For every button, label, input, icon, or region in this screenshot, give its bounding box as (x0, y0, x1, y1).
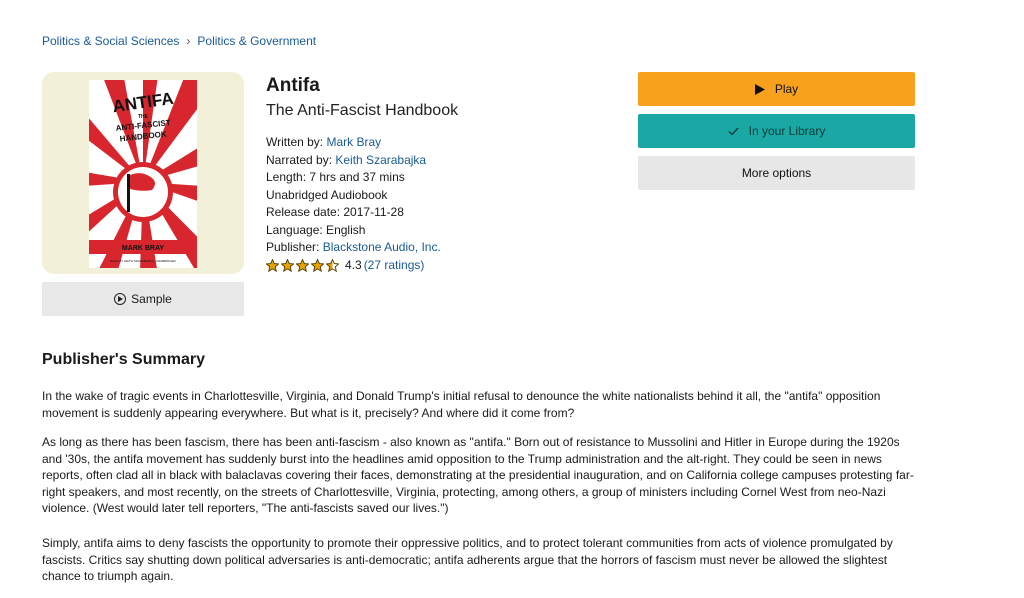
star-full-icon (296, 258, 309, 272)
breadcrumb-separator: › (186, 34, 191, 48)
book-meta: Written by: Mark Bray Narrated by: Keith… (266, 134, 458, 274)
release-date-text: Release date: 2017-11-28 (266, 205, 404, 219)
checkmark-icon (728, 127, 739, 135)
written-by-label: Written by: (266, 135, 324, 149)
length-text: Length: 7 hrs and 37 mins (266, 170, 405, 184)
publisher-row: Publisher: Blackstone Audio, Inc. (266, 239, 458, 257)
publishers-summary-heading: Publisher's Summary (42, 351, 205, 368)
star-half-icon (326, 258, 339, 272)
play-circle-icon (114, 293, 127, 305)
publisher-link[interactable]: Blackstone Audio, Inc. (323, 240, 441, 254)
in-library-button[interactable]: In your Library (638, 114, 915, 148)
format-text: Unabridged Audiobook (266, 187, 388, 202)
breadcrumb-link-politics-social-sciences[interactable]: Politics & Social Sciences (42, 34, 179, 48)
star-full-icon (281, 258, 294, 272)
rating-count-link[interactable]: (27 ratings) (364, 257, 425, 275)
cover-art: ANTIFA THE ANTI-FASCIST HANDBOOK MARK BR… (89, 80, 197, 268)
written-by-row: Written by: Mark Bray (266, 134, 458, 152)
more-options-label: More options (741, 166, 812, 180)
publisher-label: Publisher: (266, 240, 320, 254)
book-cover[interactable]: ANTIFA THE ANTI-FASCIST HANDBOOK MARK BR… (42, 72, 244, 274)
language-text: Language: English (266, 222, 366, 237)
book-subtitle: The Anti-Fascist Handbook (266, 102, 459, 119)
book-title: Antifa (266, 75, 320, 96)
rating-stars (266, 258, 339, 272)
svg-text:MARK BRAY: MARK BRAY (122, 245, 164, 252)
author-link[interactable]: Mark Bray (326, 135, 381, 149)
star-full-icon (266, 258, 279, 272)
narrated-by-row: Narrated by: Keith Szarabajka (266, 152, 458, 170)
breadcrumb-link-politics-government[interactable]: Politics & Government (197, 34, 316, 48)
play-button[interactable]: Play (638, 72, 915, 106)
narrated-by-label: Narrated by: (266, 152, 333, 167)
star-full-icon (311, 258, 324, 272)
summary-paragraph: Simply, antifa aims to deny fascists the… (42, 536, 893, 583)
narrator-link[interactable]: Keith Szarabajka (335, 153, 426, 167)
play-label: Play (774, 82, 799, 96)
summary-paragraph: In the wake of tragic events in Charlott… (42, 389, 881, 420)
in-library-label: In your Library (748, 124, 826, 138)
rating-value: 4.3 (345, 257, 362, 272)
sample-label: Sample (131, 292, 172, 306)
sample-button[interactable]: Sample (42, 282, 244, 316)
more-options-button[interactable]: More options (638, 156, 915, 190)
svg-text:THE: THE (138, 114, 149, 120)
play-icon (754, 83, 765, 95)
book-info: Antifa The Anti-Fascist Handbook Written… (266, 75, 458, 274)
summary-paragraph: As long as there has been fascism, there… (42, 435, 914, 515)
svg-text:READ BY KEITH SZARABAJKA • UNA: READ BY KEITH SZARABAJKA • UNABRIDGED (110, 259, 177, 263)
breadcrumb: Politics & Social Sciences › Politics & … (42, 34, 316, 48)
rating-row: 4.3 (27 ratings) (266, 257, 458, 275)
